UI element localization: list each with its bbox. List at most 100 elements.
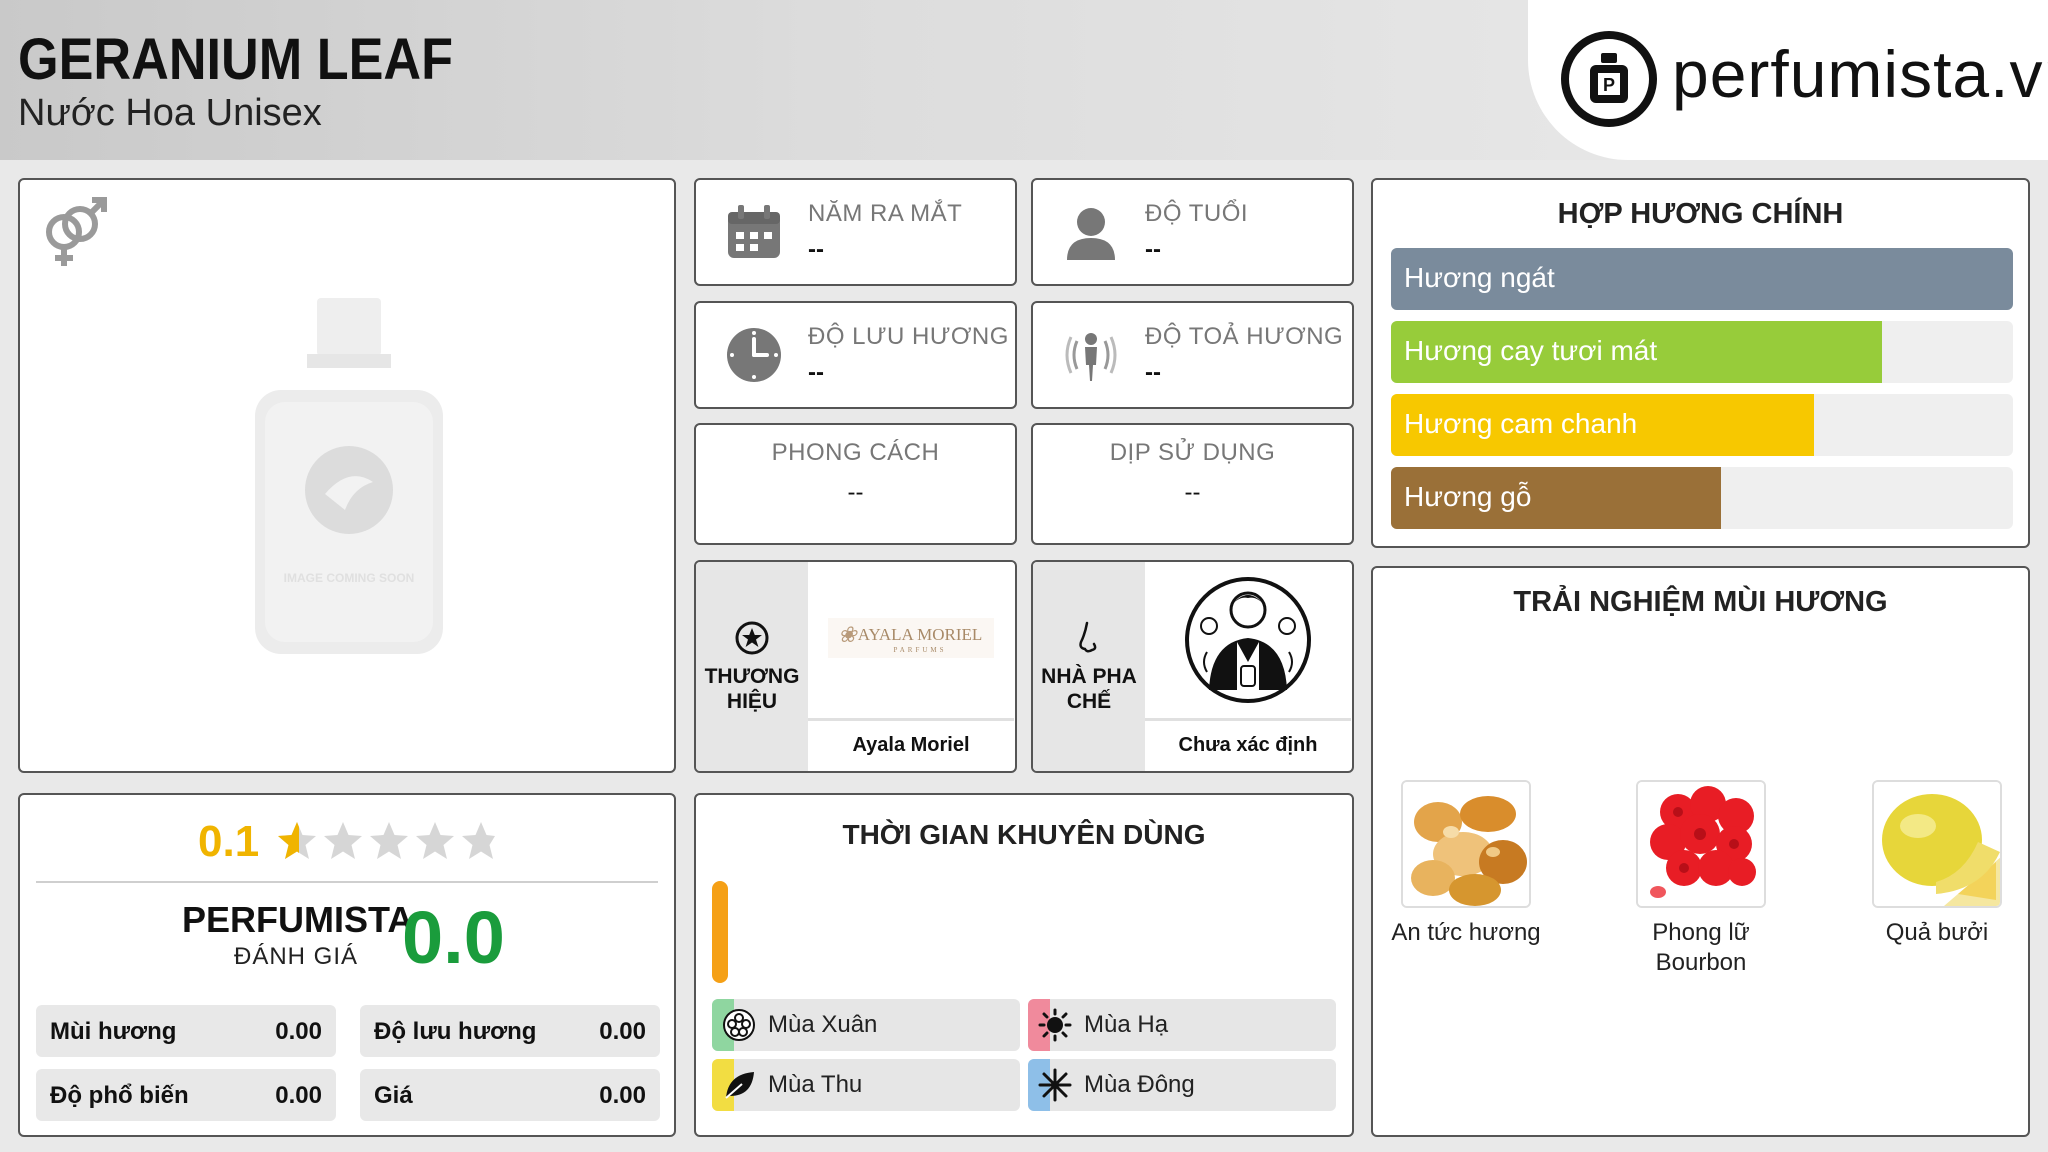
note-item[interactable]: An tức hương	[1391, 780, 1541, 948]
perfumer-side-label: NHÀ PHA CHẾ	[1041, 665, 1137, 713]
longevity-label: ĐỘ LƯU HƯƠNG	[808, 323, 1009, 350]
perfumer-avatar	[1145, 562, 1351, 718]
perfume-title: GERANIUM LEAF	[18, 27, 453, 92]
release-year-value: --	[808, 236, 824, 263]
brand-logo-text: AYALA MORIEL	[858, 625, 983, 644]
main-accords-title: HỢP HƯƠNG CHÍNH	[1557, 198, 1844, 230]
perfumer-side: NHÀ PHA CHẾ	[1033, 562, 1145, 771]
time-of-day-bar	[712, 881, 728, 983]
brand-side-label: THƯƠNG HIỆU	[704, 665, 800, 713]
style-box: PHONG CÁCH --	[694, 423, 1017, 545]
accord-bar: Hương gỗ	[1391, 467, 2013, 529]
svg-text:❀: ❀	[838, 622, 858, 647]
grapefruit-image	[1872, 780, 2002, 908]
perfume-bottle-logo-icon: P	[1561, 31, 1657, 127]
accord-label: Hương gỗ	[1404, 481, 1532, 512]
star-icon	[324, 822, 362, 859]
metric-label: Giá	[374, 1082, 413, 1109]
scent-experience-panel: TRẢI NGHIỆM MÙI HƯƠNG An tức hương Phong…	[1371, 566, 2030, 1137]
sillage-value: --	[1145, 359, 1161, 386]
occasion-value: --	[1184, 479, 1201, 506]
star-icon	[462, 822, 495, 859]
brand-side: THƯƠNG HIỆU	[696, 562, 808, 771]
perfumista-score: 0.0	[402, 896, 505, 979]
star-icon	[416, 822, 454, 859]
sun-icon	[1038, 1008, 1072, 1042]
leaf-icon	[725, 1072, 754, 1099]
perfumer-card[interactable]: NHÀ PHA CHẾ Chưa xác định	[1031, 560, 1354, 773]
accord-bar: Hương cam chanh	[1391, 394, 2013, 456]
brand-logo-image: ❀ AYALA MORIEL PARFUMS	[808, 562, 1014, 718]
occasion-label: DỊP SỬ DỤNG	[1109, 439, 1276, 466]
note-item[interactable]: Quả bưởi	[1862, 780, 2012, 948]
rating-panel: 0.1 PERFUMISTA ĐÁNH GIÁ 0.0 Mùi hương 0.…	[18, 793, 676, 1137]
calendar-icon	[728, 205, 780, 258]
recommended-time-title: THỜI GIAN KHUYÊN DÙNG	[842, 819, 1206, 850]
accord-label: Hương cay tươi mát	[1404, 335, 1658, 366]
resin-image	[1401, 780, 1531, 908]
season-summer: Mùa Hạ	[1028, 999, 1336, 1051]
style-value: --	[847, 479, 864, 506]
metric-scent: Mùi hương 0.00	[36, 1005, 336, 1057]
perfumista-rating-sublabel: ĐÁNH GIÁ	[234, 943, 359, 970]
brand-name[interactable]: Ayala Moriel	[808, 718, 1014, 770]
star-rating[interactable]	[275, 819, 495, 872]
perfume-subtitle: Nước Hoa Unisex	[18, 92, 322, 134]
product-image-panel: IMAGE COMING SOON	[18, 178, 676, 773]
season-winter: Mùa Đông	[1028, 1059, 1336, 1111]
note-label: Quả bưởi	[1885, 919, 1989, 946]
perfumer-name[interactable]: Chưa xác định	[1145, 718, 1351, 770]
age-box: ĐỘ TUỔI --	[1031, 178, 1354, 286]
main-accords-panel: HỢP HƯƠNG CHÍNH Hương ngát Hương cay tươ…	[1371, 178, 2030, 548]
image-coming-soon-text: IMAGE COMING SOON	[284, 571, 415, 585]
diffusion-icon	[1065, 333, 1117, 381]
metric-price: Giá 0.00	[360, 1069, 660, 1121]
style-label: PHONG CÁCH	[771, 439, 940, 466]
accord-label: Hương ngát	[1404, 262, 1555, 293]
age-label: ĐỘ TUỔI	[1145, 200, 1249, 227]
metric-value: 0.00	[275, 1082, 322, 1109]
metric-value: 0.00	[599, 1018, 646, 1045]
note-item[interactable]: Phong lữ Bourbon	[1626, 780, 1776, 978]
male-female-icon	[46, 197, 107, 266]
season-label: Mùa Xuân	[768, 1011, 878, 1038]
metric-label: Độ lưu hương	[374, 1018, 537, 1045]
rating-divider	[36, 881, 658, 883]
season-autumn: Mùa Thu	[712, 1059, 1020, 1111]
metric-label: Mùi hương	[50, 1018, 177, 1045]
note-label: Phong lữ Bourbon	[1652, 919, 1750, 976]
user-rating-score: 0.1	[198, 817, 260, 866]
brand-card[interactable]: THƯƠNG HIỆU ❀ AYALA MORIEL PARFUMS Ayala…	[694, 560, 1017, 773]
person-icon	[1067, 208, 1115, 260]
metric-value: 0.00	[599, 1082, 646, 1109]
scent-experience-title: TRẢI NGHIỆM MÙI HƯƠNG	[1513, 586, 1888, 618]
star-badge-icon	[735, 621, 769, 655]
release-year-label: NĂM RA MẮT	[808, 200, 963, 227]
star-icon	[370, 822, 408, 859]
season-label: Mùa Đông	[1084, 1071, 1195, 1098]
metric-longevity: Độ lưu hương 0.00	[360, 1005, 660, 1057]
accord-bar: Hương ngát	[1391, 248, 2013, 310]
note-label: An tức hương	[1391, 919, 1541, 946]
season-label: Mùa Thu	[768, 1071, 863, 1098]
age-value: --	[1145, 236, 1161, 263]
release-year-box: NĂM RA MẮT --	[694, 178, 1017, 286]
clock-icon	[727, 328, 781, 382]
season-label: Mùa Hạ	[1084, 1011, 1169, 1038]
sillage-label: ĐỘ TOẢ HƯƠNG	[1145, 323, 1344, 350]
nose-icon	[1079, 621, 1097, 653]
sillage-box: ĐỘ TOẢ HƯƠNG --	[1031, 301, 1354, 409]
bottle-placeholder-image: IMAGE COMING SOON	[255, 298, 443, 654]
flower-icon	[723, 1009, 755, 1041]
accord-label: Hương cam chanh	[1404, 408, 1638, 439]
svg-text:P: P	[1603, 75, 1615, 95]
metric-popularity: Độ phổ biến 0.00	[36, 1069, 336, 1121]
metric-value: 0.00	[275, 1018, 322, 1045]
season-spring: Mùa Xuân	[712, 999, 1020, 1051]
geranium-image	[1636, 780, 1766, 908]
brand-logo-subtext: PARFUMS	[893, 646, 946, 654]
accord-bar: Hương cay tươi mát	[1391, 321, 2013, 383]
perfumista-rating-label: PERFUMISTA	[182, 899, 414, 940]
metric-label: Độ phổ biến	[50, 1082, 189, 1109]
logo-text[interactable]: perfumista.vn	[1672, 36, 2048, 112]
